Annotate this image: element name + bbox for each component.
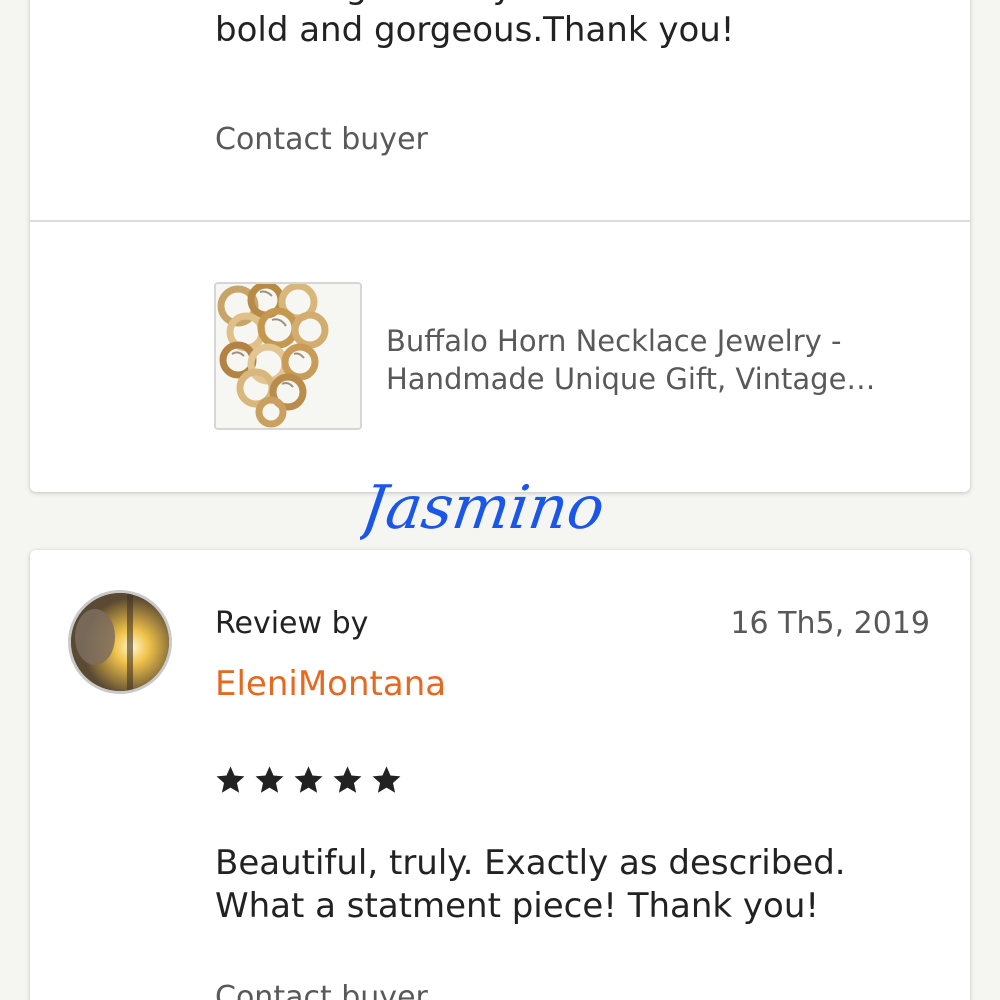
review-card: Review by 16 Th5, 2019 EleniMontana Beau…: [30, 550, 970, 1000]
review-text-line: Beautiful, truly. Exactly as described.: [215, 843, 846, 883]
listing-link[interactable]: Buffalo Horn Necklace Jewelry - Handmade…: [214, 282, 914, 434]
review-text-line: Stunning. Exactly as described. So: [215, 0, 935, 9]
watermark-text: Jasmino: [360, 473, 609, 543]
review-date: 16 Th5, 2019: [730, 606, 930, 641]
listing-thumbnail: [214, 282, 362, 430]
review-text-line: bold and gorgeous.Thank you!: [215, 10, 735, 50]
reviewer-name-link[interactable]: EleniMontana: [215, 664, 446, 704]
contact-buyer-link[interactable]: Contact buyer: [215, 980, 428, 1000]
star-rating: [215, 764, 402, 795]
star-icon: [294, 766, 323, 793]
review-card: Stunning. Exactly as described. So bold …: [30, 0, 970, 492]
star-icon: [372, 766, 401, 793]
watermark-signature: Jasmino: [360, 473, 609, 543]
listing-title-line: Handmade Unique Gift, Vintage…: [386, 362, 876, 396]
star-icon: [216, 766, 245, 793]
star-icon: [333, 766, 362, 793]
reviews-page: Stunning. Exactly as described. So bold …: [0, 0, 1000, 1000]
review-text-line: What a statment piece! Thank you!: [215, 886, 820, 926]
divider: [30, 220, 970, 222]
necklace-photo-icon: [216, 284, 360, 428]
listing-title-line: Buffalo Horn Necklace Jewelry -: [386, 324, 842, 358]
listing-title: Buffalo Horn Necklace Jewelry - Handmade…: [386, 322, 946, 398]
contact-buyer-link[interactable]: Contact buyer: [215, 122, 428, 157]
avatar[interactable]: [68, 590, 172, 694]
star-icon: [255, 766, 284, 793]
avatar-photo-icon: [71, 593, 169, 691]
review-text: Beautiful, truly. Exactly as described. …: [215, 842, 935, 928]
review-by-label: Review by: [215, 606, 369, 641]
review-text: Stunning. Exactly as described. So bold …: [215, 0, 935, 52]
